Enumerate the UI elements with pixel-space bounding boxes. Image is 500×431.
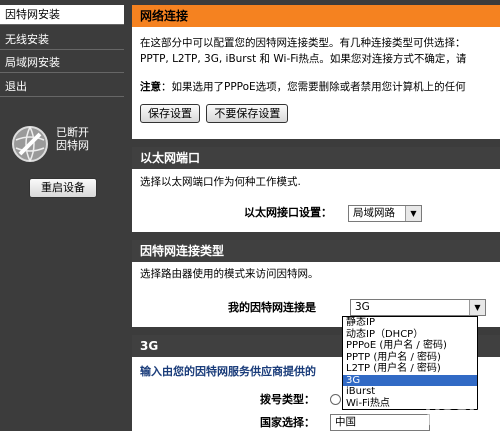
watermark-logo: yesky [424,402,496,427]
connection-type-dropdown-list[interactable]: 静态IP 动态IP（DHCP） PPPoE (用户名 / 密码) PPTP (用… [342,316,478,410]
ethernet-description: 选择以太网端口作为何种工作模式. [140,176,301,188]
wan-description-line-2: PPTP, L2TP, 3G, iBurst 和 Wi-Fi热点。如果您对连接方… [140,53,467,65]
dropdown-option-dhcp[interactable]: 动态IP（DHCP） [343,329,477,341]
dont-save-settings-button[interactable]: 不要保存设置 [206,104,289,123]
wan-note: 注意：如果选用了PPPoE选项，您需要删除或者禁用您计算机上的任何 [140,79,492,95]
dropdown-option-3g[interactable]: 3G [343,374,477,386]
country-label: 国家选择： [260,416,315,429]
status-line-2: 因特网 [56,139,89,152]
connection-type-value: 3G [355,301,370,313]
country-select[interactable]: 中国 [330,414,430,431]
note-label: 注意 [140,81,161,93]
connection-type-panel: 因特网连接类型 选择路由器使用的模式来访问因特网。 我的因特网连接是 3G ▼ [132,240,500,327]
wan-description-line-1: 在这部分中可以配置您的因特网连接类型。有几种连接类型可供选择： [140,37,466,49]
sidebar-item-logout[interactable]: 退出 [0,77,124,97]
status-line-1: 已断开 [56,126,89,139]
ethernet-mode-label: 以太网接口设置： [244,206,332,219]
ethernet-mode-select[interactable]: 局域网路 ▼ [348,205,422,222]
country-value: 中国 [335,416,356,428]
connection-type-description: 选择路由器使用的模式来访问因特网。 [140,268,319,280]
3g-subtitle: 输入由您的因特网服务供应商提供的 [140,365,316,378]
save-settings-button[interactable]: 保存设置 [140,104,200,123]
sidebar: 因特网安装 无线安装 局域网安装 退出 已断开 因特网 重启设备 [0,0,124,431]
sidebar-item-lan-setup[interactable]: 局域网安装 [0,53,124,73]
chevron-down-icon: ▼ [405,206,421,221]
panel-title: 以太网端口 [132,147,500,169]
note-text: ：如果选用了PPPoE选项，您需要删除或者禁用您计算机上的任何 [161,81,466,93]
dial-type-radio[interactable] [330,394,341,405]
dropdown-option-static-ip[interactable]: 静态IP [343,317,477,329]
chevron-down-icon: ▼ [469,300,485,315]
dropdown-option-iburst[interactable]: iBurst [343,386,477,398]
disconnected-globe-icon [12,126,48,162]
sidebar-item-internet-setup[interactable]: 因特网安装 [0,5,124,25]
reboot-button[interactable]: 重启设备 [29,178,97,198]
connection-status: 已断开 因特网 [56,126,116,152]
ethernet-mode-value: 局域网路 [353,207,395,219]
panel-title: 网络连接 [132,5,500,27]
connection-type-select[interactable]: 3G ▼ [350,299,486,316]
sidebar-item-wireless-setup[interactable]: 无线安装 [0,30,124,50]
ethernet-port-panel: 以太网端口 选择以太网端口作为何种工作模式. 以太网接口设置： 局域网路 ▼ [132,147,500,232]
panel-title: 因特网连接类型 [132,240,500,262]
dial-type-label: 拨号类型： [260,393,315,406]
dropdown-option-l2tp[interactable]: L2TP (用户名 / 密码) [343,363,477,375]
dropdown-option-pppoe[interactable]: PPPoE (用户名 / 密码) [343,340,477,352]
wan-connection-panel: 网络连接 在这部分中可以配置您的因特网连接类型。有几种连接类型可供选择： PPT… [132,5,500,139]
connection-type-label: 我的因特网连接是 [228,301,316,314]
dropdown-option-pptp[interactable]: PPTP (用户名 / 密码) [343,352,477,364]
